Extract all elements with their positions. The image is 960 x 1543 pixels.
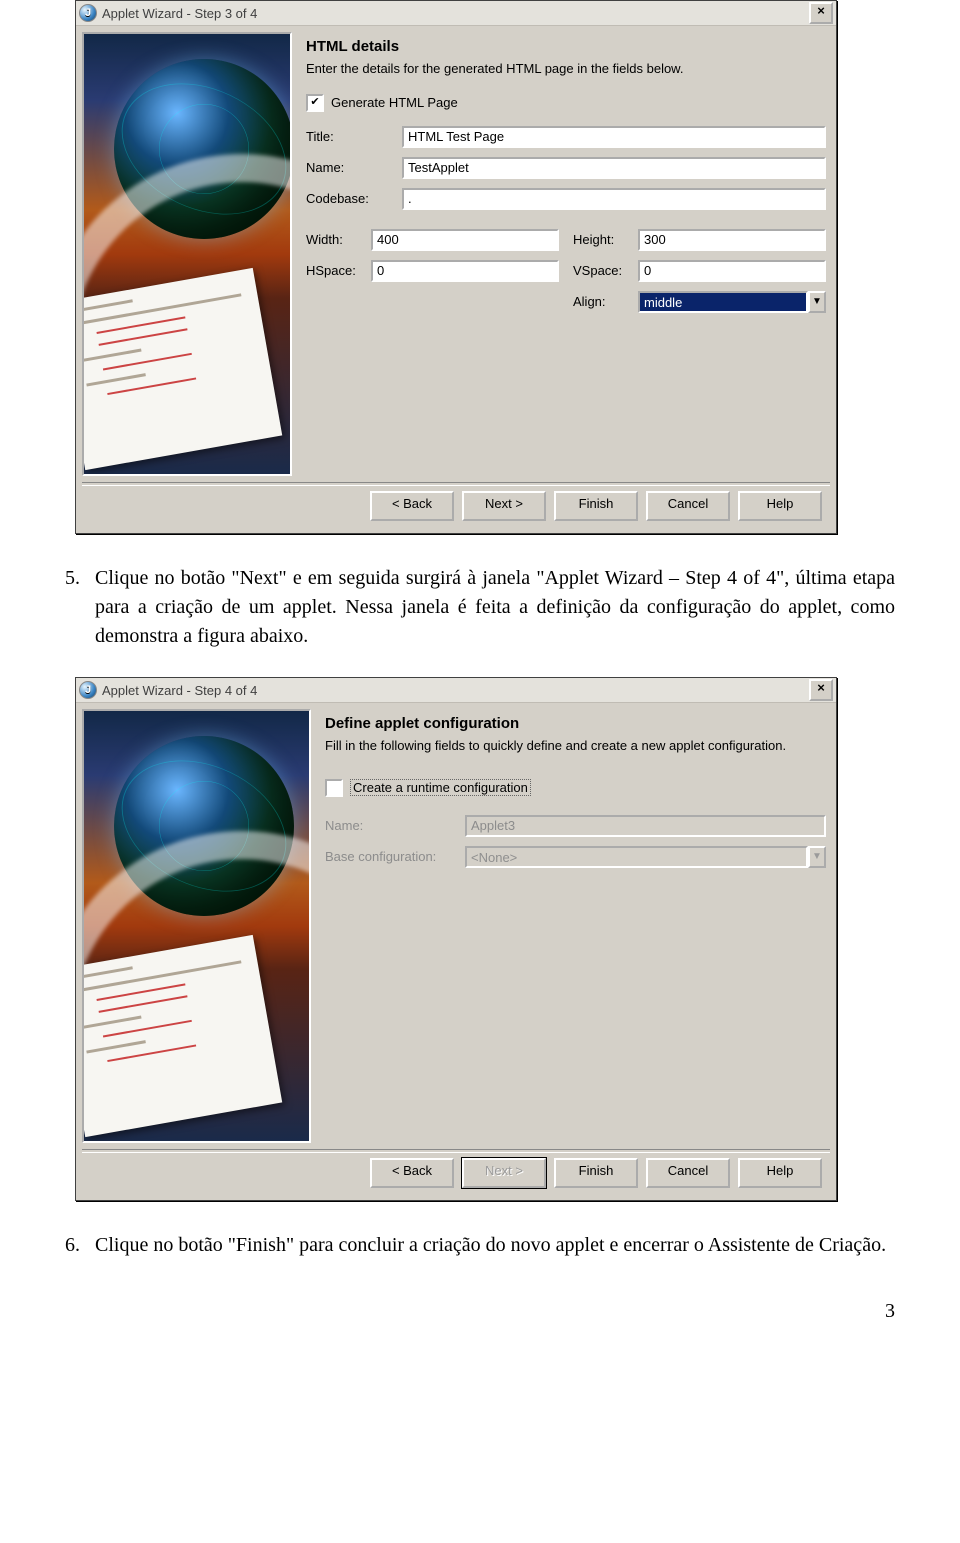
- create-runtime-label: Create a runtime configuration: [350, 779, 531, 796]
- section-desc: Fill in the following fields to quickly …: [325, 738, 826, 755]
- vspace-input[interactable]: [638, 260, 826, 282]
- page-number: 3: [65, 1300, 895, 1323]
- name-input-disabled: Applet3: [465, 815, 826, 837]
- back-button[interactable]: < Back: [370, 491, 454, 521]
- next-button: Next >: [462, 1158, 546, 1188]
- cancel-button[interactable]: Cancel: [646, 491, 730, 521]
- cancel-button[interactable]: Cancel: [646, 1158, 730, 1188]
- window-title: Applet Wizard - Step 3 of 4: [102, 6, 809, 21]
- finish-button[interactable]: Finish: [554, 491, 638, 521]
- label-width: Width:: [306, 232, 371, 247]
- chevron-down-icon: ▼: [808, 846, 826, 868]
- label-codebase: Codebase:: [306, 191, 402, 206]
- create-runtime-checkbox[interactable]: [325, 779, 343, 797]
- wizard-illustration: [82, 32, 292, 476]
- paragraph-6: 6. Clique no botão "Finish" para conclui…: [65, 1231, 895, 1260]
- height-input[interactable]: [638, 229, 826, 251]
- name-input[interactable]: [402, 157, 826, 179]
- back-button[interactable]: < Back: [370, 1158, 454, 1188]
- paragraph-num: 5.: [65, 564, 95, 651]
- close-icon[interactable]: ×: [809, 2, 833, 24]
- label-name: Name:: [325, 818, 465, 833]
- help-button[interactable]: Help: [738, 491, 822, 521]
- label-baseconfig: Base configuration:: [325, 849, 465, 864]
- codebase-input[interactable]: [402, 188, 826, 210]
- label-vspace: VSpace:: [573, 263, 638, 278]
- hspace-input[interactable]: [371, 260, 559, 282]
- titlebar-step4: J Applet Wizard - Step 4 of 4 ×: [76, 678, 836, 703]
- label-height: Height:: [573, 232, 638, 247]
- titlebar-step3: J Applet Wizard - Step 3 of 4 ×: [76, 1, 836, 26]
- app-icon: J: [79, 4, 97, 22]
- generate-html-label: Generate HTML Page: [331, 95, 458, 110]
- chevron-down-icon[interactable]: ▼: [808, 291, 826, 313]
- label-title: Title:: [306, 129, 402, 144]
- baseconfig-select-disabled: <None>: [465, 846, 808, 868]
- next-button[interactable]: Next >: [462, 491, 546, 521]
- dialog-step4: J Applet Wizard - Step 4 of 4 × Define a…: [75, 677, 837, 1201]
- window-title: Applet Wizard - Step 4 of 4: [102, 683, 809, 698]
- wizard-illustration: [82, 709, 311, 1143]
- form-step4: Define applet configuration Fill in the …: [317, 709, 830, 1143]
- section-heading: HTML details: [306, 38, 826, 55]
- section-desc: Enter the details for the generated HTML…: [306, 61, 826, 78]
- paragraph-text: Clique no botão "Next" e em seguida surg…: [95, 564, 895, 651]
- title-input[interactable]: [402, 126, 826, 148]
- paragraph-num: 6.: [65, 1231, 95, 1260]
- label-hspace: HSpace:: [306, 263, 371, 278]
- help-button[interactable]: Help: [738, 1158, 822, 1188]
- paragraph-5: 5. Clique no botão "Next" e em seguida s…: [65, 564, 895, 651]
- paragraph-text: Clique no botão "Finish" para concluir a…: [95, 1231, 895, 1260]
- width-input[interactable]: [371, 229, 559, 251]
- label-align: Align:: [573, 294, 638, 309]
- form-step3: HTML details Enter the details for the g…: [298, 32, 830, 476]
- finish-button[interactable]: Finish: [554, 1158, 638, 1188]
- button-row-step4: < Back Next > Finish Cancel Help: [76, 1153, 836, 1200]
- label-name: Name:: [306, 160, 402, 175]
- close-icon[interactable]: ×: [809, 679, 833, 701]
- generate-html-checkbox[interactable]: [306, 94, 324, 112]
- app-icon: J: [79, 681, 97, 699]
- dialog-step3: J Applet Wizard - Step 3 of 4 × HTML det…: [75, 0, 837, 534]
- section-heading: Define applet configuration: [325, 715, 826, 732]
- align-select[interactable]: middle: [638, 291, 808, 313]
- button-row-step3: < Back Next > Finish Cancel Help: [76, 486, 836, 533]
